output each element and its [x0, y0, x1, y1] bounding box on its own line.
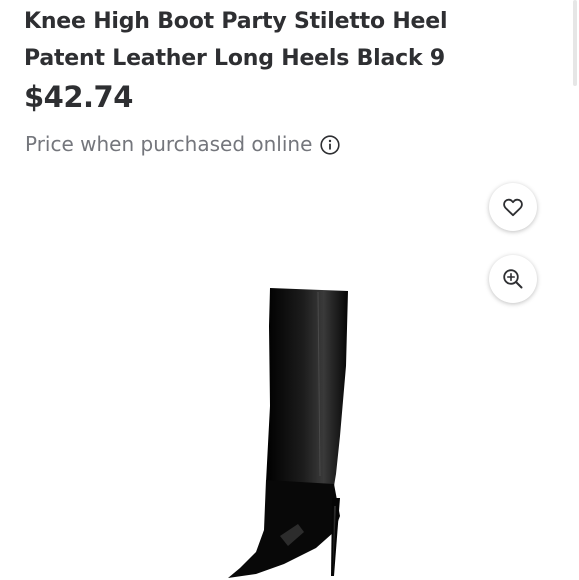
product-price: $42.74 [24, 80, 133, 114]
price-note-text: Price when purchased online [25, 132, 313, 156]
product-title: Knee High Boot Party Stiletto Heel Paten… [24, 3, 544, 77]
product-title-line-2: Patent Leather Long Heels Black 9 [24, 45, 445, 71]
heart-icon [503, 198, 523, 217]
add-to-favorites-button[interactable] [489, 183, 537, 231]
product-image-boot[interactable] [220, 286, 360, 580]
zoom-image-button[interactable] [489, 255, 537, 303]
zoom-in-icon [503, 269, 523, 289]
product-title-line-1: Knee High Boot Party Stiletto Heel [24, 8, 448, 34]
scrollbar[interactable] [573, 0, 577, 86]
info-icon[interactable] [320, 134, 340, 155]
price-note: Price when purchased online [25, 130, 340, 158]
